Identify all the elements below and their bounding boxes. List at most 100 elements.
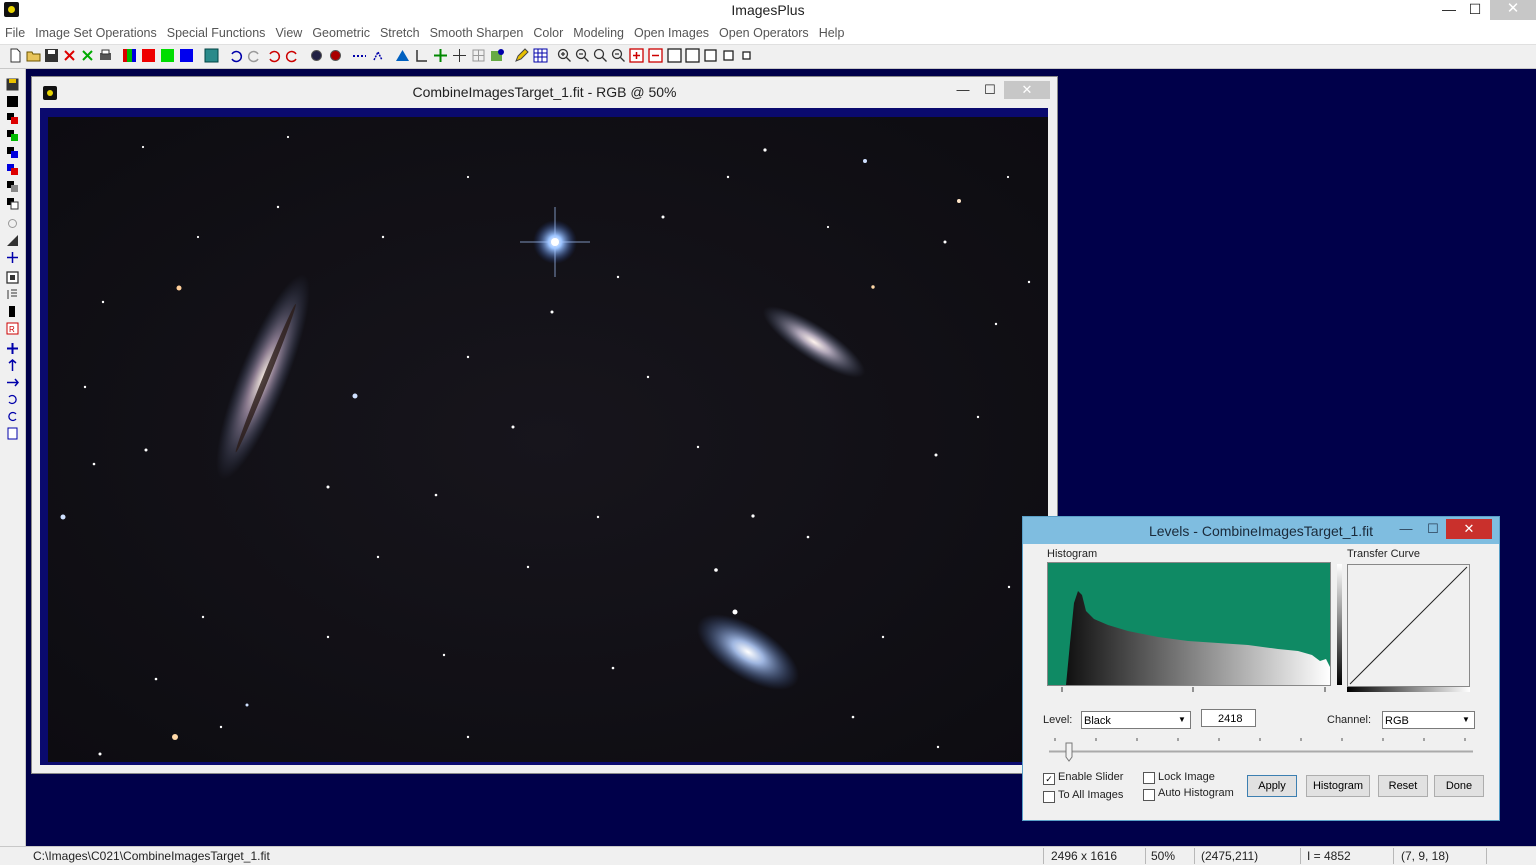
lines-icon[interactable] — [6, 288, 19, 301]
triangle-icon[interactable] — [395, 48, 410, 63]
levels-maximize-icon[interactable]: ☐ — [1420, 519, 1446, 539]
print-icon[interactable] — [98, 48, 113, 63]
bar-icon[interactable] — [6, 305, 19, 318]
histogram-button[interactable]: Histogram — [1306, 775, 1370, 797]
corner-icon[interactable] — [414, 48, 429, 63]
level-slider[interactable] — [1047, 735, 1475, 765]
redo-all-icon[interactable] — [285, 48, 300, 63]
record-icon[interactable]: R — [6, 322, 19, 335]
galaxy-image[interactable] — [48, 117, 1048, 762]
selection-mask-icon[interactable] — [328, 48, 343, 63]
save-small-icon[interactable] — [6, 78, 19, 91]
level-select[interactable]: Black ▼ — [1081, 711, 1191, 729]
close-icon[interactable]: ✕ — [1490, 0, 1536, 20]
arrow-up-icon[interactable] — [6, 359, 19, 372]
mask-icon[interactable] — [309, 48, 324, 63]
image-window-title: CombineImagesTarget_1.fit - RGB @ 50% — [412, 84, 677, 100]
red-swatch-icon[interactable] — [6, 112, 19, 125]
save-icon[interactable] — [44, 48, 59, 63]
zoom-fit-icon[interactable] — [593, 48, 608, 63]
image-close-icon[interactable]: ✕ — [1004, 81, 1050, 99]
menu-smooth-sharpen[interactable]: Smooth Sharpen — [425, 23, 529, 44]
gray-swatch-icon[interactable] — [6, 180, 19, 193]
close-image-red-icon[interactable] — [62, 48, 77, 63]
levels-dialog[interactable]: Levels - CombineImagesTarget_1.fit — ☐ ✕… — [1022, 516, 1500, 821]
grid-icon[interactable] — [471, 48, 486, 63]
red-channel-icon[interactable] — [141, 48, 156, 63]
points-icon[interactable] — [371, 48, 386, 63]
undo-all-icon[interactable] — [266, 48, 281, 63]
level-input[interactable]: 2418 — [1201, 709, 1256, 727]
window-size-2-icon[interactable] — [685, 48, 700, 63]
zoom-actual-icon[interactable] — [611, 48, 626, 63]
lock-image-checkbox[interactable] — [1143, 772, 1155, 784]
color-swatch-icon[interactable] — [6, 163, 19, 176]
redo-icon[interactable] — [247, 48, 262, 63]
new-file-icon[interactable] — [8, 48, 23, 63]
image-maximize-icon[interactable]: ☐ — [977, 81, 1003, 99]
zoom-out-icon[interactable] — [575, 48, 590, 63]
undo-icon[interactable] — [228, 48, 243, 63]
histogram-plot[interactable] — [1047, 562, 1331, 686]
rotate-icon[interactable] — [6, 217, 19, 230]
menu-file[interactable]: File — [0, 23, 30, 44]
dotted-line-icon[interactable] — [352, 48, 367, 63]
star-point-icon[interactable] — [6, 251, 19, 264]
frame-icon[interactable] — [6, 271, 19, 284]
status-divider — [1194, 848, 1195, 864]
image-window[interactable]: CombineImagesTarget_1.fit - RGB @ 50% — … — [31, 76, 1058, 774]
close-all-green-icon[interactable] — [80, 48, 95, 63]
window-size-5-icon[interactable] — [739, 48, 754, 63]
auto-histogram-checkbox[interactable] — [1143, 789, 1155, 801]
done-button[interactable]: Done — [1434, 775, 1484, 797]
menu-view[interactable]: View — [270, 23, 307, 44]
enable-slider-checkbox[interactable]: ✓ — [1043, 773, 1055, 785]
window-size-3-icon[interactable] — [703, 48, 718, 63]
zoom-in-icon[interactable] — [557, 48, 572, 63]
crosshair-green-icon[interactable] — [433, 48, 448, 63]
menu-help[interactable]: Help — [814, 23, 850, 44]
gradient-icon[interactable] — [6, 234, 19, 247]
image-edit-icon[interactable] — [490, 48, 505, 63]
image-minimize-icon[interactable]: — — [950, 81, 976, 99]
menu-color[interactable]: Color — [528, 23, 568, 44]
move-icon[interactable] — [6, 342, 19, 355]
page-icon[interactable] — [6, 427, 19, 440]
green-swatch-icon[interactable] — [6, 129, 19, 142]
maximize-icon[interactable]: ☐ — [1462, 0, 1488, 20]
grid-view-icon[interactable] — [204, 48, 219, 63]
minimize-icon[interactable]: — — [1436, 0, 1462, 20]
menu-image-set-operations[interactable]: Image Set Operations — [30, 23, 162, 44]
window-size-4-icon[interactable] — [721, 48, 736, 63]
open-folder-icon[interactable] — [26, 48, 41, 63]
arrow-right-icon[interactable] — [6, 376, 19, 389]
menu-open-images[interactable]: Open Images — [629, 23, 714, 44]
black-swatch-icon[interactable] — [6, 95, 19, 108]
rgb-channels-icon[interactable] — [122, 48, 137, 63]
rotate-right-icon[interactable] — [6, 410, 19, 423]
levels-minimize-icon[interactable]: — — [1393, 519, 1419, 539]
crosshair-icon[interactable] — [452, 48, 467, 63]
to-all-images-checkbox[interactable] — [1043, 791, 1055, 803]
blue-channel-icon[interactable] — [179, 48, 194, 63]
transfer-curve-plot[interactable] — [1347, 564, 1470, 687]
white-swatch-icon[interactable] — [6, 197, 19, 210]
pencil-icon[interactable] — [514, 48, 529, 63]
menu-geometric[interactable]: Geometric — [307, 23, 375, 44]
table-icon[interactable] — [533, 48, 548, 63]
green-channel-icon[interactable] — [160, 48, 175, 63]
rotate-left-icon[interactable] — [6, 393, 19, 406]
levels-close-icon[interactable]: ✕ — [1446, 519, 1492, 539]
window-size-1-icon[interactable] — [667, 48, 682, 63]
menu-modeling[interactable]: Modeling — [568, 23, 629, 44]
menu-stretch[interactable]: Stretch — [375, 23, 425, 44]
menu-special-functions[interactable]: Special Functions — [162, 23, 271, 44]
apply-button[interactable]: Apply — [1247, 775, 1297, 797]
menu-open-operators[interactable]: Open Operators — [714, 23, 814, 44]
levels-title-bar[interactable]: Levels - CombineImagesTarget_1.fit — ☐ ✕ — [1023, 517, 1499, 544]
enlarge-window-icon[interactable] — [629, 48, 644, 63]
reset-button[interactable]: Reset — [1378, 775, 1428, 797]
shrink-window-icon[interactable] — [648, 48, 663, 63]
blue-swatch-icon[interactable] — [6, 146, 19, 159]
channel-select[interactable]: RGB ▼ — [1382, 711, 1475, 729]
